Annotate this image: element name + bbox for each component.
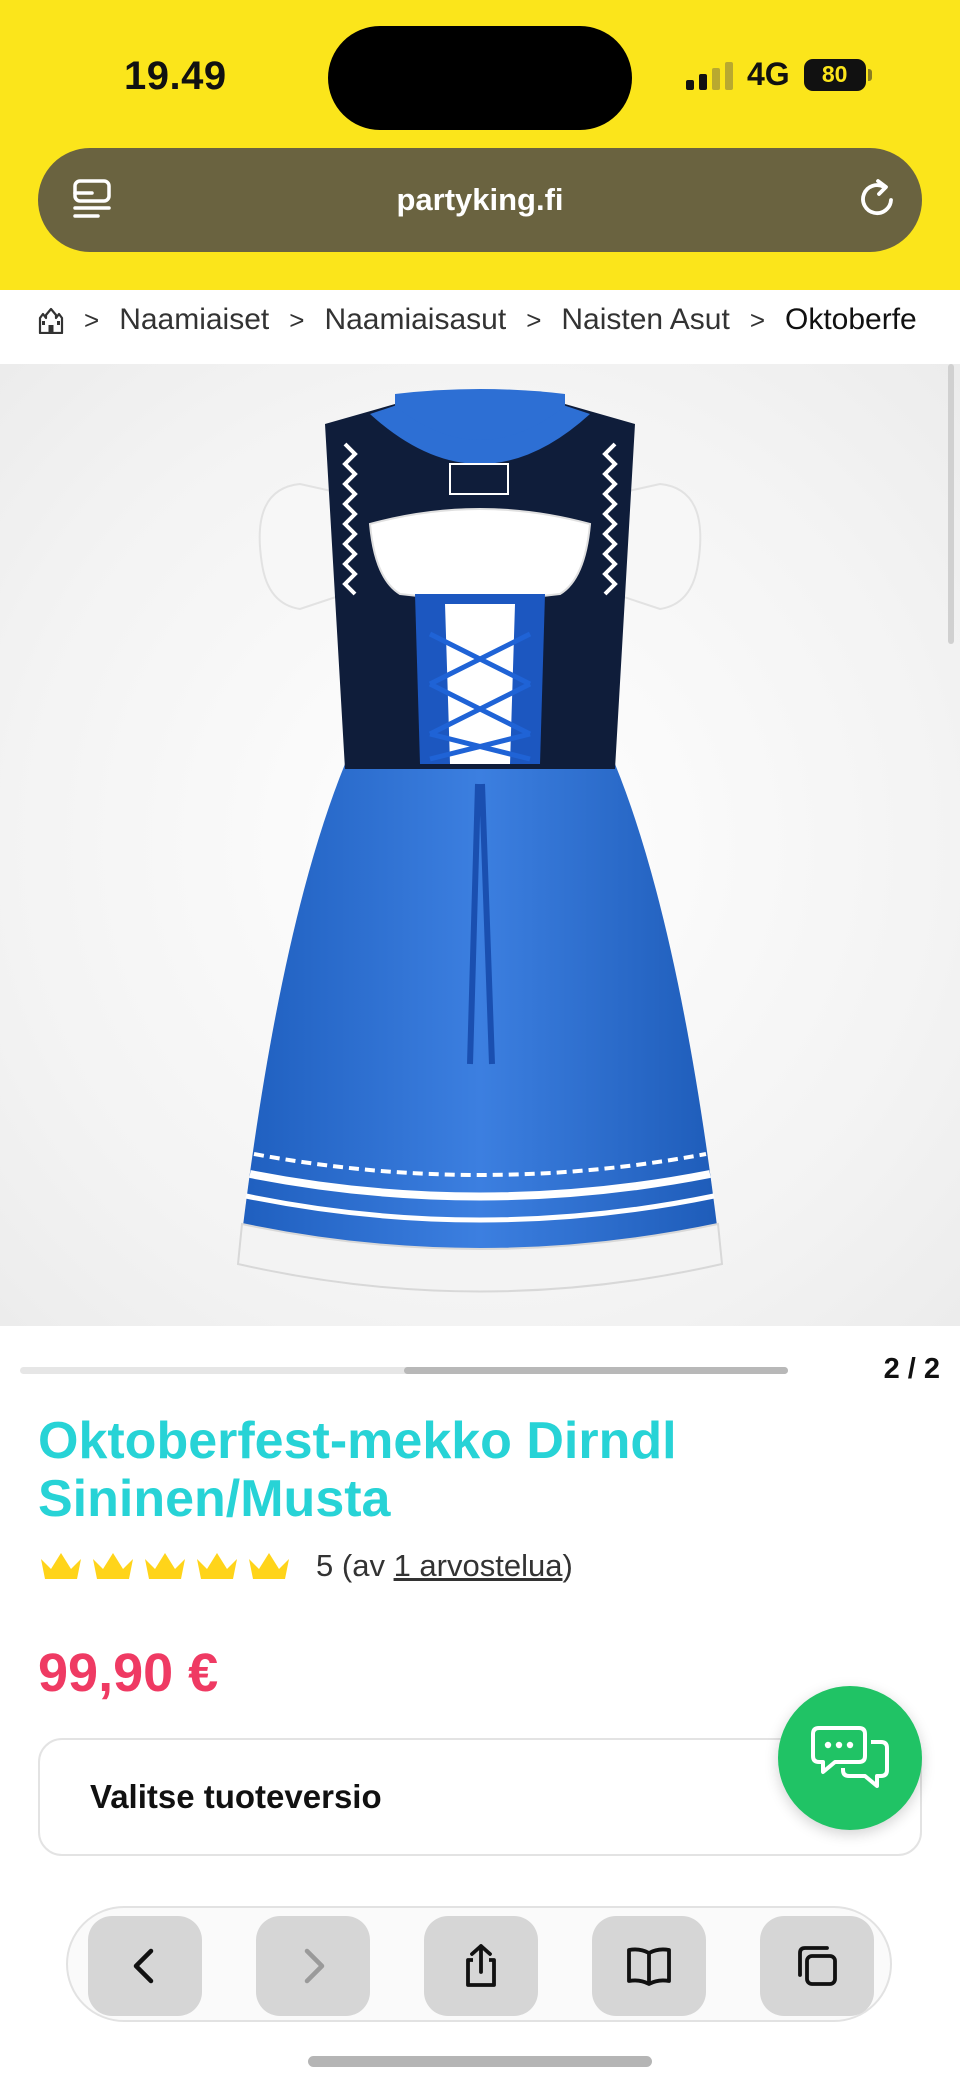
crown-icon	[197, 1553, 237, 1579]
chevron-left-icon	[133, 1948, 154, 1984]
rating-value: 5	[316, 1548, 334, 1583]
product-image[interactable]	[0, 364, 960, 1326]
rating-suffix: )	[562, 1548, 573, 1583]
book-icon	[627, 1947, 671, 1986]
gallery-progress-track[interactable]	[20, 1367, 788, 1374]
crown-icon	[145, 1553, 185, 1579]
crown-icon	[41, 1553, 81, 1579]
gallery-counter: 2 / 2	[883, 1353, 940, 1385]
dynamic-island	[328, 26, 632, 130]
status-indicators: 4G 80	[686, 56, 872, 93]
chat-bubbles-icon	[811, 1726, 889, 1788]
status-time: 19.49	[124, 54, 227, 98]
breadcrumb-item[interactable]: Naamiaiset	[119, 303, 269, 337]
bookmarks-button[interactable]	[592, 1916, 706, 2016]
forward-button[interactable]	[256, 1916, 370, 2016]
breadcrumb-item[interactable]: Naamiaisasut	[324, 303, 506, 337]
address-bar[interactable]: partyking.fi	[38, 148, 922, 252]
tabs-overview-button[interactable]	[760, 1916, 874, 2016]
product-price: 99,90 €	[38, 1643, 219, 1703]
chat-button[interactable]	[778, 1686, 922, 1830]
breadcrumb-separator: >	[289, 304, 305, 335]
breadcrumb-current: Oktoberfe	[785, 303, 917, 336]
page-scrollbar[interactable]	[948, 364, 954, 644]
castle-home-icon[interactable]	[38, 306, 64, 334]
dirndl-dress-illustration	[236, 389, 724, 1293]
rating-crowns	[38, 1549, 292, 1583]
breadcrumb-separator: >	[749, 304, 765, 335]
chevron-right-icon	[304, 1948, 325, 1984]
battery-level: 80	[821, 61, 848, 87]
battery-icon: 80	[803, 58, 872, 91]
breadcrumb-separator: >	[84, 304, 100, 335]
signal-icon	[686, 60, 733, 90]
reload-icon[interactable]	[854, 176, 900, 222]
product-title: Oktoberfest-mekko Dirndl Sininen/Musta	[38, 1412, 677, 1528]
tabs-overview-icon	[798, 1946, 837, 1986]
home-indicator[interactable]	[308, 2056, 652, 2067]
url-text[interactable]: partyking.fi	[396, 182, 563, 218]
browser-toolbar	[66, 1906, 892, 2022]
crown-icon	[249, 1553, 289, 1579]
product-rating: 5 (av 1 arvostelua)	[38, 1548, 573, 1584]
tabs-list-icon[interactable]	[72, 178, 114, 222]
breadcrumb: > Naamiaiset > Naamiaisasut > Naisten As…	[38, 290, 960, 350]
share-button[interactable]	[424, 1916, 538, 2016]
breadcrumb-separator: >	[526, 304, 542, 335]
review-link[interactable]: 1 arvostelua	[394, 1548, 563, 1583]
breadcrumb-item[interactable]: Naisten Asut	[561, 303, 729, 337]
gallery-progress-fill	[404, 1367, 788, 1374]
network-type: 4G	[747, 56, 790, 92]
back-button[interactable]	[88, 1916, 202, 2016]
share-icon	[466, 1944, 496, 1987]
variant-select-label[interactable]: Valitse tuoteversio	[90, 1778, 382, 1816]
crown-icon	[93, 1553, 133, 1579]
rating-text: 5 (av 1 arvostelua)	[316, 1548, 573, 1584]
rating-prefix: (av	[341, 1548, 394, 1583]
